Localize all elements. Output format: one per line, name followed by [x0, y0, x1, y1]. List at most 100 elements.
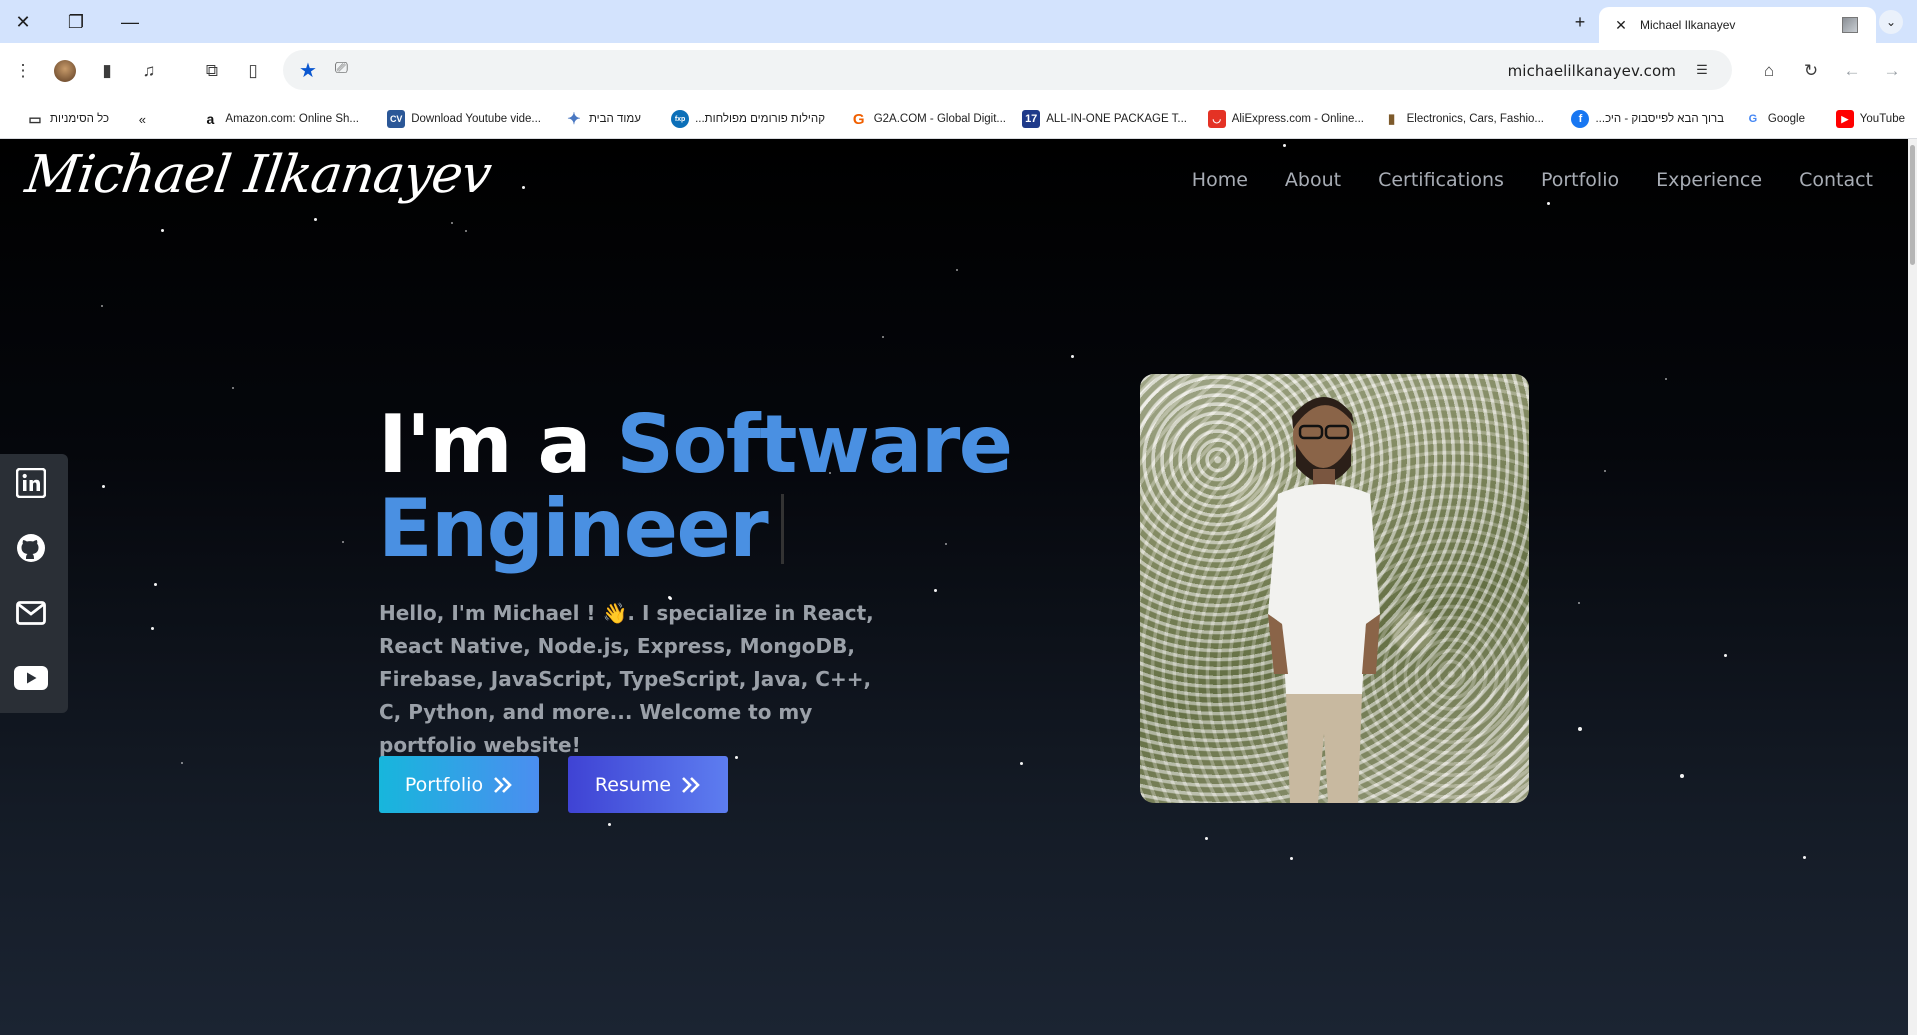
bookmark-label: עמוד הבית	[588, 113, 641, 125]
bookmark-ebay[interactable]: ▮ Electronics, Cars, Fashio...	[1383, 109, 1544, 129]
resume-button[interactable]: Resume	[568, 756, 728, 813]
home-icon[interactable]: ⌂	[1754, 56, 1784, 86]
star-dot	[154, 583, 157, 586]
reload-icon[interactable]: ↻	[1796, 56, 1826, 86]
extensions-icon[interactable]: ⧉	[197, 56, 227, 86]
tab-search-icon[interactable]: ⌄	[1879, 10, 1903, 34]
person-figure	[1268, 396, 1380, 803]
nav-home[interactable]: Home	[1192, 169, 1248, 191]
tab-close-icon[interactable]: ✕	[1611, 15, 1631, 35]
hero-title-accent-1: Software	[616, 398, 1013, 491]
star-dot	[1290, 857, 1293, 860]
profile-avatar[interactable]	[50, 56, 80, 86]
star-dot	[1547, 202, 1550, 205]
hero-title-prefix: I'm a	[378, 398, 617, 491]
amazon-icon: a	[206, 111, 215, 127]
cast-icon[interactable]: ⎚	[335, 60, 348, 78]
menu-icon[interactable]: ⋮	[8, 56, 38, 86]
address-bar[interactable]: ★ ⎚ michaelilkanayev.com ☰	[283, 50, 1732, 90]
star-dot	[1665, 378, 1667, 380]
star-dot	[1604, 470, 1606, 472]
g2a-icon: G	[852, 110, 865, 128]
star-dot	[314, 218, 317, 221]
facebook-icon: f	[1571, 110, 1590, 128]
portfolio-button[interactable]: Portfolio	[379, 756, 539, 813]
main-nav: Home About Certifications Portfolio Expe…	[1192, 169, 1873, 191]
browser-tab[interactable]: ✕ Michael Ilkanayev	[1599, 7, 1876, 43]
bookmark-label: Electronics, Cars, Fashio...	[1406, 113, 1544, 125]
hero-title-accent-2: Engineer	[378, 482, 769, 575]
bookmark-home-page[interactable]: ✦ עמוד הבית	[565, 109, 641, 129]
sidebar-icon[interactable]: ▮	[92, 56, 122, 86]
nav-experience[interactable]: Experience	[1656, 169, 1762, 191]
seventeen-icon: 17	[1022, 110, 1041, 128]
double-chevron-right-icon	[494, 776, 512, 793]
nav-contact[interactable]: Contact	[1799, 169, 1873, 191]
nav-about[interactable]: About	[1285, 169, 1341, 191]
star-dot	[465, 230, 467, 232]
bookmark-label: Download Youtube vide...	[411, 113, 541, 125]
bookmark-label: G2A.COM - Global Digit...	[873, 113, 1006, 125]
star-dot	[1578, 727, 1582, 731]
star-dot	[1680, 774, 1684, 778]
bookmark-allinone[interactable]: 17 ALL-IN-ONE PACKAGE T...	[1022, 109, 1187, 129]
github-icon[interactable]	[14, 531, 48, 565]
star-dot	[102, 485, 105, 488]
typing-cursor	[781, 494, 785, 564]
back-icon[interactable]: →	[1877, 56, 1907, 86]
browser-toolbar: ⋮ ▮ ♫ ⧉ ▯ ★ ⎚ michaelilkanayev.com ☰ ⌂ ↻…	[0, 43, 1917, 98]
new-tab-icon[interactable]: +	[1567, 9, 1593, 35]
bookmark-youtube-download[interactable]: CV Download Youtube vide...	[387, 109, 541, 129]
site-info-icon[interactable]: ☰	[1690, 59, 1714, 81]
star-dot	[1020, 762, 1023, 765]
star-dot	[451, 222, 453, 224]
star-dot	[1803, 856, 1806, 859]
bookmark-label: AliExpress.com - Online...	[1231, 113, 1364, 125]
page-scrollbar[interactable]	[1908, 139, 1917, 1035]
restore-window-icon[interactable]: ❐	[63, 9, 89, 35]
nav-portfolio[interactable]: Portfolio	[1541, 169, 1619, 191]
website-viewport: Michael Ilkanayev Home About Certificati…	[0, 139, 1917, 1035]
site-logo[interactable]: Michael Ilkanayev	[22, 145, 495, 205]
all-bookmarks[interactable]: ▭ כל הסימניות	[26, 109, 109, 129]
media-control-icon[interactable]: ♫	[134, 56, 164, 86]
bookmark-fxp[interactable]: fxp ...קהילות פורומים מפולחות	[671, 109, 825, 129]
nav-certifications[interactable]: Certifications	[1378, 169, 1504, 191]
bookmark-label: ...קהילות פורומים מפולחות	[695, 113, 825, 125]
star-dot	[882, 336, 884, 338]
extension-pin-icon[interactable]: ▯	[238, 56, 268, 86]
bookmark-facebook[interactable]: f ...ברוך הבא לפייסבוק - היכ	[1571, 109, 1724, 129]
tab-favicon-icon	[1842, 17, 1858, 33]
bookmark-star-icon[interactable]: ★	[299, 58, 317, 83]
url-text[interactable]: michaelilkanayev.com	[1508, 62, 1676, 80]
star-dot	[522, 186, 525, 189]
star-dot	[151, 627, 154, 630]
youtube-icon[interactable]	[14, 661, 48, 695]
profile-photo	[1140, 374, 1529, 803]
close-window-icon[interactable]: ✕	[10, 9, 36, 35]
minimize-window-icon[interactable]: —	[117, 9, 143, 35]
bookmark-label: YouTube	[1859, 113, 1905, 125]
star-dot	[181, 762, 183, 764]
star-dot	[956, 269, 958, 271]
star-dot	[1071, 355, 1074, 358]
fxp-icon: fxp	[671, 110, 690, 128]
linkedin-icon[interactable]	[14, 466, 48, 500]
bookmarks-overflow-icon[interactable]: «	[139, 109, 146, 129]
all-bookmarks-label: כל הסימניות	[50, 113, 109, 125]
cv-icon: CV	[387, 110, 406, 128]
forward-icon[interactable]: ←	[1837, 56, 1867, 86]
bookmark-google[interactable]: G Google	[1744, 109, 1805, 129]
scrollbar-thumb[interactable]	[1910, 145, 1915, 265]
bookmark-amazon[interactable]: a Amazon.com: Online Sh...	[201, 109, 360, 129]
star-dot	[342, 541, 344, 543]
bookmark-g2a[interactable]: G G2A.COM - Global Digit...	[850, 109, 1006, 129]
bookmark-aliexpress[interactable]: ◡ AliExpress.com - Online...	[1207, 109, 1364, 129]
star-dot	[608, 823, 611, 826]
tab-bar: ✕ ❐ — + ✕ Michael Ilkanayev ⌄	[0, 0, 1917, 43]
folder-icon: ▭	[28, 110, 42, 127]
tab-title: Michael Ilkanayev	[1640, 18, 1736, 32]
bookmark-youtube[interactable]: ▶ YouTube	[1835, 109, 1905, 129]
bookmark-label: Amazon.com: Online Sh...	[225, 113, 359, 125]
mail-icon[interactable]	[14, 596, 48, 630]
